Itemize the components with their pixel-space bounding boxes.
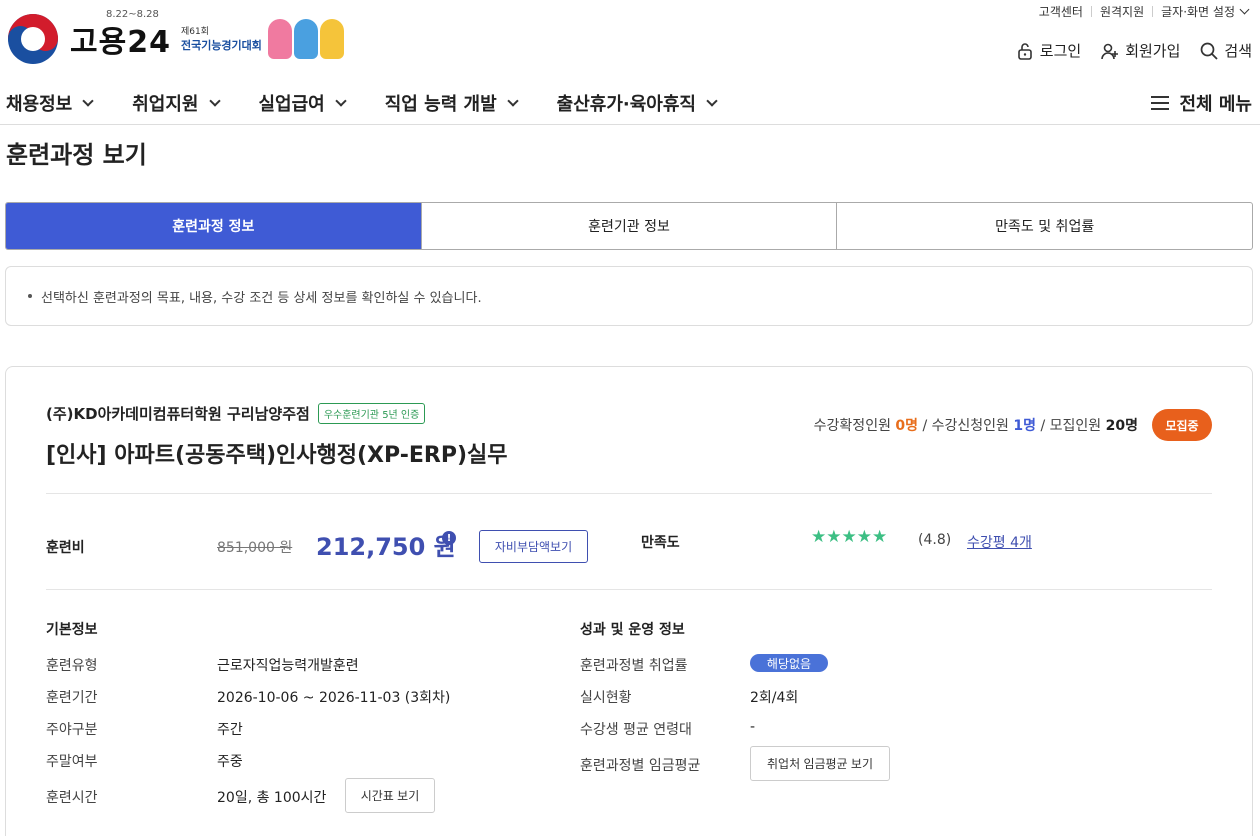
original-price: 851,000 원 (217, 540, 293, 556)
lock-icon (1016, 42, 1034, 60)
institution-row: (주)KD아카데미컴퓨터학원 구리남양주점 우수훈련기관 5년 인증 (46, 403, 426, 424)
row-value: 20일, 총 100시간 (217, 790, 327, 806)
gnb-label: 출산휴가·육아휴직 (556, 94, 696, 115)
brand-name: 8.22~8.28 고용24 (70, 9, 171, 61)
login-label: 로그인 (1039, 42, 1082, 60)
chevron-down-icon[interactable] (1239, 4, 1250, 15)
applied-label: 수강신청인원 (931, 418, 1009, 434)
tab-institution-info[interactable]: 훈련기관 정보 (420, 203, 837, 249)
user-add-icon (1101, 42, 1119, 60)
row-value: - (750, 719, 756, 735)
status-badge: 모집중 (1152, 409, 1212, 441)
display-settings-link[interactable]: 글자·화면 설정 (1161, 3, 1235, 20)
wage-average-button[interactable]: 취업처 임금평균 보기 (750, 746, 890, 781)
brand-date: 8.22~8.28 (106, 9, 159, 20)
row-value: 2회/4회 (750, 690, 799, 706)
row-label: 훈련시간 (46, 790, 98, 806)
gnb-label: 직업 능력 개발 (384, 94, 497, 115)
site-logo[interactable]: 8.22~8.28 고용24 제61회 전국기능경기대회 (8, 9, 344, 64)
all-menu-label: 전체 메뉴 (1179, 94, 1252, 115)
rating-score: (4.8) (918, 532, 952, 548)
row-label: 주야구분 (46, 722, 98, 738)
basic-info-title: 기본정보 (46, 622, 98, 638)
star-rating-icon: ★★★★★ (811, 527, 888, 547)
reviews-link[interactable]: 수강평 4개 (967, 532, 1032, 552)
remote-support-link[interactable]: 원격지원 (1100, 3, 1144, 20)
government-emblem-icon (8, 14, 58, 64)
gnb-item-jobs[interactable]: 채용정보 (6, 90, 94, 116)
bullet-icon (28, 294, 32, 298)
brand-text: 고용24 (70, 25, 171, 60)
divider (1152, 6, 1154, 17)
chevron-down-icon (82, 94, 94, 107)
course-title: [인사] 아파트(공동주택)인사행정(XP-ERP)실무 (46, 443, 508, 468)
info-notice: 선택하신 훈련과정의 목표, 내용, 수강 조건 등 상세 정보를 확인하실 수… (5, 266, 1253, 326)
chevron-down-icon (208, 94, 221, 107)
recruit-label: 모집인원 (1049, 418, 1102, 434)
gnb-label: 실업급여 (258, 94, 325, 115)
row-label: 주말여부 (46, 754, 98, 770)
signup-button[interactable]: 회원가입 (1101, 40, 1180, 61)
utility-links: 고객센터 원격지원 글자·화면 설정 (1039, 3, 1250, 20)
timetable-button[interactable]: 시간표 보기 (345, 778, 435, 813)
row-value: 근로자직업능력개발훈련 (217, 658, 359, 674)
row-label: 수강생 평균 연령대 (580, 722, 692, 738)
course-card: (주)KD아카데미컴퓨터학원 구리남양주점 우수훈련기관 5년 인증 [인사] … (5, 366, 1253, 836)
chevron-down-icon (706, 94, 718, 107)
gnb-label: 채용정보 (6, 94, 73, 115)
row-value: 주중 (217, 754, 243, 770)
search-label: 검색 (1224, 42, 1252, 60)
fee-label: 훈련비 (46, 540, 85, 556)
customer-center-link[interactable]: 고객센터 (1039, 3, 1083, 20)
notice-text: 선택하신 훈련과정의 목표, 내용, 수강 조건 등 상세 정보를 확인하실 수… (41, 290, 482, 306)
chevron-down-icon (335, 94, 347, 107)
gnb-item-unemployment[interactable]: 실업급여 (258, 90, 347, 116)
gnb-item-leave[interactable]: 출산휴가·육아휴직 (556, 90, 718, 116)
hamburger-icon (1151, 96, 1170, 110)
event-banner[interactable]: 제61회 전국기능경기대회 (181, 26, 262, 52)
chevron-down-icon (506, 94, 519, 107)
row-value: 2026-10-06 ~ 2026-11-03 (3회차) (217, 690, 451, 706)
performance-info-title: 성과 및 운영 정보 (580, 622, 685, 638)
tab-satisfaction[interactable]: 만족도 및 취업률 (836, 203, 1252, 249)
confirmed-count: 0명 (895, 418, 919, 434)
row-value: 주간 (217, 722, 243, 738)
tab-bar: 훈련과정 정보 훈련기관 정보 만족도 및 취업률 (5, 202, 1253, 250)
info-icon[interactable]: ! (442, 531, 456, 545)
self-pay-button[interactable]: 자비부담액보기 (479, 530, 588, 563)
certification-badge: 우수훈련기관 5년 인증 (317, 403, 426, 424)
gnb-item-employment-support[interactable]: 취업지원 (132, 90, 221, 116)
satisfaction-label: 만족도 (641, 535, 680, 551)
search-icon (1200, 42, 1219, 60)
row-label: 훈련유형 (46, 658, 98, 674)
row-label: 훈련기간 (46, 690, 98, 706)
row-label: 실시현황 (580, 690, 632, 706)
page-title: 훈련과정 보기 (6, 141, 147, 169)
recruit-count: 20명 (1105, 418, 1138, 434)
employment-rate-badge: 해당없음 (750, 654, 828, 672)
divider (46, 589, 1212, 590)
gnb-label: 취업지원 (132, 94, 199, 115)
account-nav: 로그인 회원가입 검색 (1016, 40, 1252, 61)
price: 212,750 원 (316, 533, 456, 561)
enrollment-counts: 수강확정인원 0명 / 수강신청인원 1명 / 모집인원 20명 (813, 418, 1138, 434)
institution-name[interactable]: (주)KD아카데미컴퓨터학원 구리남양주점 (46, 403, 310, 424)
event-name: 전국기능경기대회 (180, 39, 262, 52)
search-button[interactable]: 검색 (1200, 40, 1252, 61)
confirmed-label: 수강확정인원 (813, 418, 891, 434)
tab-course-info[interactable]: 훈련과정 정보 (6, 203, 421, 249)
event-small: 제61회 (180, 27, 209, 37)
row-label: 훈련과정별 임금평균 (580, 758, 701, 774)
mascot-image (267, 19, 344, 59)
divider (1090, 6, 1092, 17)
applied-count: 1명 (1013, 418, 1037, 434)
row-label: 훈련과정별 취업률 (580, 658, 688, 674)
main-navigation: 채용정보 취업지원 실업급여 직업 능력 개발 출산휴가·육아휴직 전체 메뉴 (0, 82, 1260, 125)
signup-label: 회원가입 (1125, 42, 1181, 60)
all-menu-button[interactable]: 전체 메뉴 (1151, 90, 1252, 116)
divider (46, 493, 1212, 494)
login-button[interactable]: 로그인 (1016, 40, 1081, 61)
gnb-item-training[interactable]: 직업 능력 개발 (384, 90, 519, 116)
